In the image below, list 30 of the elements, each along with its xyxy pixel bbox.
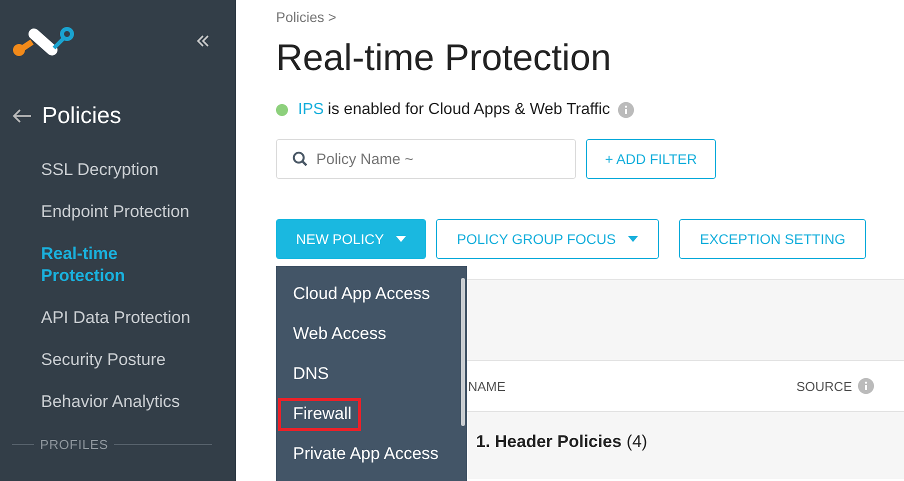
info-icon[interactable] — [618, 102, 634, 118]
breadcrumb[interactable]: Policies > — [276, 9, 904, 25]
page-title: Real-time Protection — [276, 37, 612, 79]
menu-item[interactable]: Private App Access — [278, 438, 448, 471]
menu-item[interactable]: Web Access — [278, 318, 396, 351]
sidebar-item[interactable]: Security Posture — [12, 349, 191, 371]
logo-icon — [12, 24, 74, 58]
status-text: is enabled for Cloud Apps & Web Traffic — [328, 101, 610, 119]
search-icon — [292, 150, 308, 168]
caret-icon — [396, 236, 406, 242]
scrollbar[interactable] — [461, 278, 465, 426]
menu-item[interactable]: Firewall — [278, 398, 361, 431]
caret-icon — [628, 236, 638, 242]
back-arrow-icon[interactable] — [12, 108, 32, 124]
search-field[interactable]: Policy Name ~ — [276, 139, 576, 179]
sidebar-item[interactable]: Real-time Protection — [12, 243, 191, 287]
section-title: Policies — [42, 102, 122, 129]
group-title[interactable]: 1. Header Policies — [476, 432, 622, 452]
collapse-icon[interactable] — [196, 34, 210, 48]
group-count: (4) — [626, 432, 648, 452]
info-icon[interactable] — [858, 378, 874, 394]
column-header[interactable]: NAME — [468, 378, 506, 394]
sidebar-item[interactable]: Endpoint Protection — [12, 201, 191, 223]
menu-item[interactable]: DNS — [278, 358, 338, 391]
sidebar-item[interactable]: SSL Decryption — [12, 159, 191, 181]
sidebar-item[interactable]: Behavior Analytics — [12, 391, 191, 413]
menu-item[interactable]: Cloud App Access — [278, 278, 440, 311]
sidebar-item[interactable]: API Data Protection — [12, 307, 191, 329]
section-heading: PROFILES — [40, 437, 108, 452]
column-header[interactable]: SOURCE — [796, 378, 852, 394]
